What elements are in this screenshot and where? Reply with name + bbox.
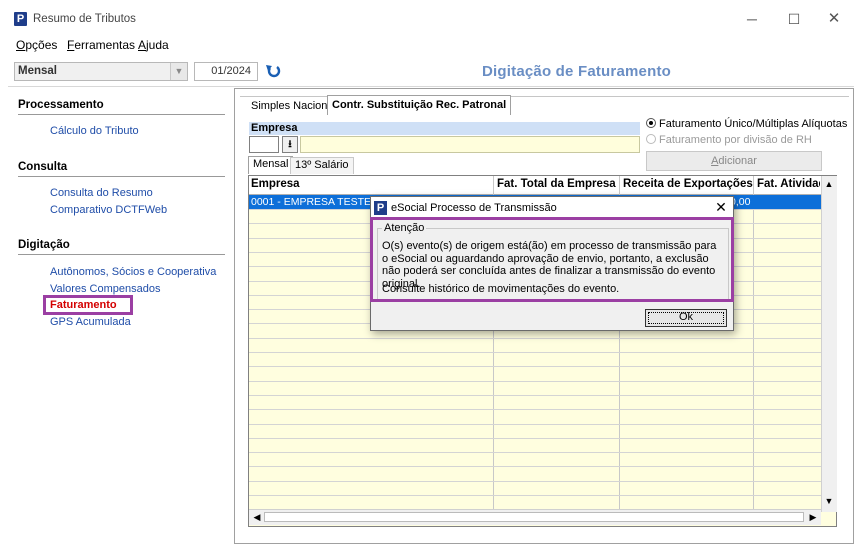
scroll-down-icon[interactable]: ▼ — [822, 494, 836, 508]
table-row — [249, 481, 821, 482]
scroll-thumb[interactable] — [264, 512, 804, 522]
radio-selected-icon — [646, 118, 656, 128]
table-row — [249, 352, 821, 353]
close-icon[interactable]: ✕ — [713, 199, 729, 215]
menu-ferramentas[interactable]: Ferramentas — [67, 38, 135, 52]
chevron-down-icon[interactable]: ▼ — [170, 63, 187, 80]
column-header-fat-atividades[interactable]: Fat. Atividades — [757, 178, 820, 190]
empresa-label: Empresa — [249, 122, 640, 135]
column-divider — [753, 176, 754, 509]
empresa-lookup-button[interactable]: ⭳ — [282, 136, 298, 153]
period-date-field[interactable]: 01/2024 — [194, 62, 258, 81]
radio-empty-icon — [646, 134, 656, 144]
sidebar-item-comparativo-dctfweb[interactable]: Comparativo DCTFWeb — [50, 204, 167, 216]
radio-faturamento-divisao[interactable]: Faturamento por divisão de RH — [646, 134, 812, 146]
subtab-mensal[interactable]: Mensal — [248, 156, 294, 174]
highlight-box — [370, 217, 734, 302]
sidebar-item-consulta-do-resumo[interactable]: Consulta do Resumo — [50, 187, 153, 199]
refresh-back-icon[interactable] — [263, 62, 283, 81]
section-divider — [18, 254, 225, 255]
table-row — [249, 495, 821, 496]
scroll-right-icon[interactable]: ▶ — [806, 510, 820, 524]
empresa-code-input[interactable] — [249, 136, 279, 153]
page-title: Digitação de Faturamento — [482, 63, 671, 80]
toolbar-divider — [8, 86, 854, 87]
sidebar-item-calculo-do-tributo[interactable]: Cálculo do Tributo — [50, 125, 139, 137]
table-row — [249, 338, 821, 339]
section-digitacao: Digitação — [18, 239, 70, 251]
app-icon: P — [374, 201, 387, 215]
sidebar-item-gps-acumulada[interactable]: GPS Acumulada — [50, 316, 131, 328]
table-row — [249, 381, 821, 382]
section-divider — [18, 176, 225, 177]
empresa-name-field — [300, 136, 640, 153]
scroll-left-icon[interactable]: ◀ — [250, 510, 264, 524]
menu-ajuda[interactable]: Ajuda — [138, 38, 169, 52]
sidebar-item-valores-compensados[interactable]: Valores Compensados — [50, 283, 160, 295]
radio-faturamento-unico[interactable]: Faturamento Único/Múltiplas Alíquotas — [646, 118, 847, 130]
sidebar-item-autonomos[interactable]: Autônomos, Sócios e Cooperativa — [50, 266, 216, 278]
table-row — [249, 366, 821, 367]
section-consulta: Consulta — [18, 161, 68, 173]
menu-opcoes[interactable]: Opções — [16, 38, 57, 52]
vertical-scrollbar[interactable] — [821, 176, 837, 512]
dialog-title: eSocial Processo de Transmissão — [391, 202, 557, 214]
table-row — [249, 424, 821, 425]
close-button[interactable]: ✕ — [820, 8, 848, 30]
ok-button[interactable]: Ok — [645, 309, 727, 327]
subtab-13-salario[interactable]: 13º Salário — [290, 157, 354, 174]
scroll-up-icon[interactable]: ▲ — [822, 177, 836, 191]
column-header-empresa[interactable]: Empresa — [251, 178, 300, 190]
minimize-button[interactable]: ─ — [738, 8, 766, 30]
window-title: Resumo de Tributos — [33, 13, 136, 25]
table-row — [249, 452, 821, 453]
maximize-button[interactable]: ☐ — [780, 8, 808, 30]
column-header-receita-exportacoes[interactable]: Receita de Exportações — [623, 178, 753, 190]
table-row — [249, 438, 821, 439]
add-button[interactable]: Adicionar — [646, 151, 822, 171]
table-row — [249, 466, 821, 467]
period-select-value: Mensal — [18, 65, 57, 77]
section-divider — [18, 114, 225, 115]
table-row — [249, 409, 821, 410]
cell-empresa: 0001 - EMPRESA TESTE — [251, 196, 372, 208]
tab-contr-substituicao[interactable]: Contr. Substituição Rec. Patronal — [327, 95, 512, 115]
column-header-fat-total[interactable]: Fat. Total da Empresa — [497, 178, 616, 190]
table-row — [249, 395, 821, 396]
app-icon: P — [14, 12, 27, 26]
highlight-box — [43, 295, 133, 315]
section-processamento: Processamento — [18, 99, 104, 111]
